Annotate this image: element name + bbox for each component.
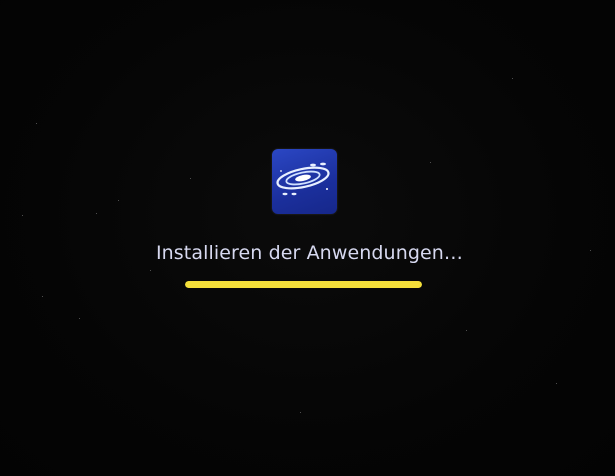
background-speck: [466, 330, 467, 331]
background-speck: [22, 215, 23, 216]
background-speck: [190, 178, 191, 179]
background-speck: [512, 78, 513, 79]
background-speck: [118, 200, 119, 201]
install-progress-bar: [185, 281, 422, 288]
background-speck: [556, 383, 557, 384]
background-speck: [42, 296, 43, 297]
background-speck: [430, 162, 431, 163]
background-speck: [300, 412, 301, 413]
galaxy-app-icon: [272, 149, 337, 214]
install-progress-fill: [185, 281, 422, 288]
background-speck: [96, 213, 97, 214]
galaxy-icon: [276, 162, 330, 196]
background-speck: [79, 318, 80, 319]
install-screen: Installieren der Anwendungen…: [0, 0, 615, 476]
background-speck: [36, 123, 37, 124]
background-speck: [150, 270, 151, 271]
install-status-text: Installieren der Anwendungen…: [155, 242, 464, 264]
